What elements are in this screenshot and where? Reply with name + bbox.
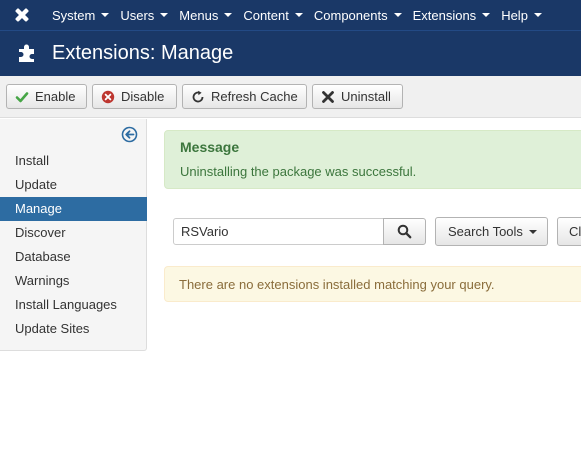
top-navbar: System Users Menus Content Components Ex… (0, 0, 581, 30)
sidebar-item-database[interactable]: Database (0, 245, 147, 269)
enable-button[interactable]: Enable (6, 84, 87, 109)
joomla-logo-icon[interactable] (12, 5, 32, 25)
success-message: Message Uninstalling the package was suc… (164, 130, 581, 189)
disable-button[interactable]: Disable (92, 84, 177, 109)
menu-components[interactable]: Components (314, 8, 402, 23)
search-input[interactable] (173, 218, 385, 245)
menu-help-label: Help (501, 7, 528, 23)
collapse-sidebar-icon[interactable] (121, 126, 138, 143)
disable-label: Disable (121, 89, 165, 104)
search-tools-label: Search Tools (448, 224, 523, 239)
caret-down-icon (101, 13, 110, 17)
menu-content-label: Content (243, 7, 289, 23)
caret-down-icon (160, 13, 169, 17)
menu-system[interactable]: System (52, 7, 110, 23)
menu-menus[interactable]: Menus (179, 7, 233, 23)
search-icon (397, 224, 412, 239)
sidebar-item-discover[interactable]: Discover (0, 221, 147, 245)
sidebar-item-update[interactable]: Update (0, 173, 147, 197)
message-text: Uninstalling the package was successful. (180, 164, 417, 179)
sidebar-item-warnings[interactable]: Warnings (0, 269, 147, 293)
sidebar-item-install-languages[interactable]: Install Languages (0, 293, 147, 317)
menu-users[interactable]: Users (120, 7, 169, 23)
menu-extensions[interactable]: Extensions (413, 8, 491, 23)
caret-down-icon (482, 13, 491, 17)
menu-help[interactable]: Help (501, 8, 542, 23)
no-results-notice: There are no extensions installed matchi… (164, 266, 581, 302)
refresh-cache-label: Refresh Cache (211, 89, 298, 104)
search-tools-button[interactable]: Search Tools (435, 217, 548, 246)
refresh-icon (191, 90, 205, 104)
menu-menus-label: Menus (179, 7, 219, 23)
enable-label: Enable (35, 89, 76, 104)
main-menu: System Users Menus Content Components Ex… (52, 0, 553, 30)
caret-down-icon (533, 13, 542, 17)
refresh-cache-button[interactable]: Refresh Cache (182, 84, 307, 109)
caret-down-icon (528, 229, 537, 234)
caret-down-icon (393, 13, 402, 17)
remove-circle-icon (101, 90, 115, 104)
sidebar-item-update-sites[interactable]: Update Sites (0, 317, 147, 341)
notice-text: There are no extensions installed matchi… (179, 277, 495, 292)
menu-extensions-label: Extensions (412, 7, 477, 23)
uninstall-label: Uninstall (341, 89, 391, 104)
sidebar-menu: Install Update Manage Discover Database … (0, 149, 147, 341)
sidebar-item-install[interactable]: Install (0, 149, 147, 173)
menu-content[interactable]: Content (243, 8, 303, 23)
puzzle-icon (19, 44, 34, 62)
message-heading: Message (180, 139, 240, 155)
search-button[interactable] (383, 218, 426, 245)
uninstall-button[interactable]: Uninstall (312, 84, 403, 109)
clear-button[interactable]: Clear (557, 217, 581, 246)
check-icon (15, 90, 29, 104)
page-title: Extensions: Manage (52, 42, 234, 64)
page-header: Extensions: Manage (0, 30, 581, 76)
menu-system-label: System (52, 7, 96, 23)
clear-label: Clear (569, 224, 581, 239)
menu-components-label: Components (313, 7, 388, 23)
sidebar-item-manage[interactable]: Manage (0, 197, 147, 221)
menu-users-label: Users (120, 7, 155, 23)
caret-down-icon (224, 13, 233, 17)
delete-x-icon (321, 90, 335, 104)
caret-down-icon (294, 13, 303, 17)
toolbar: Enable Disable Refresh Cache Uninstall (0, 76, 581, 118)
sidebar: Install Update Manage Discover Database … (0, 119, 147, 351)
